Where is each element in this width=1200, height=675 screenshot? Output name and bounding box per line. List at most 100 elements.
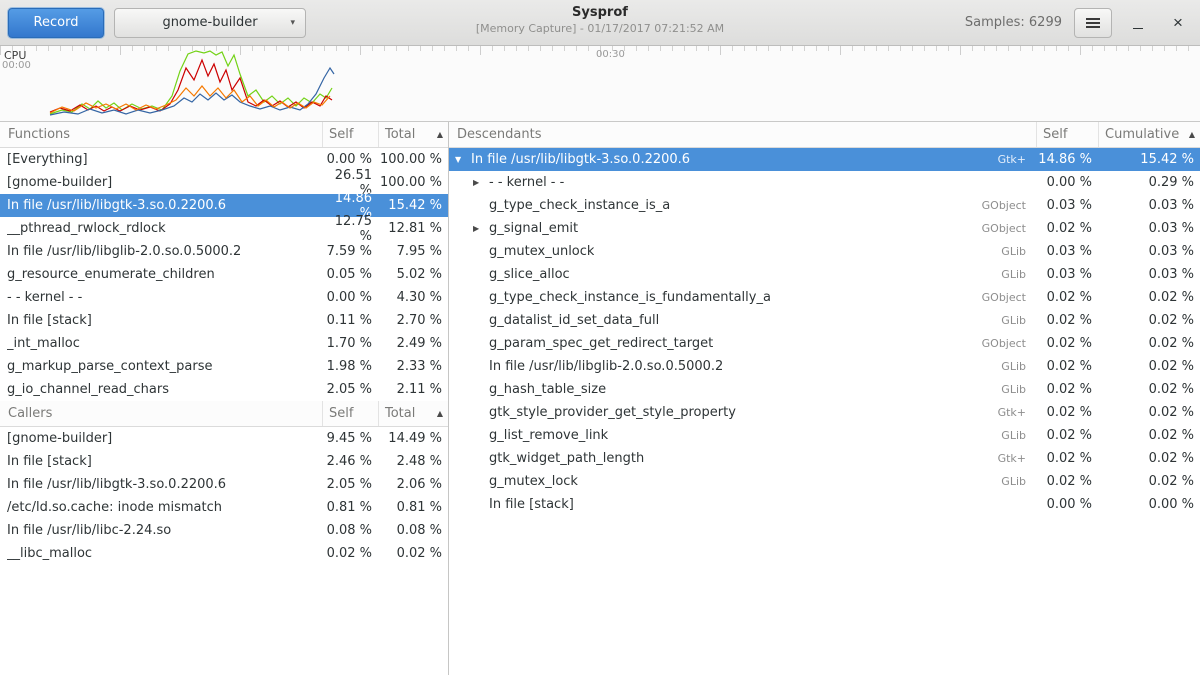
target-selector-dropdown[interactable]: gnome-builder ▾ [114, 8, 306, 38]
target-selector-label: gnome-builder [162, 15, 257, 30]
library-tag: GLib [993, 268, 1036, 281]
table-row[interactable]: - - kernel - -0.00 %4.30 % [0, 286, 448, 309]
table-row[interactable]: __libc_malloc0.02 %0.02 % [0, 542, 448, 565]
cpu-graph[interactable]: CPU 00:00 00:30 [0, 46, 1200, 122]
function-name: g_datalist_id_set_data_full [489, 313, 659, 328]
self-percent: 0.05 % [322, 267, 378, 282]
close-button[interactable]: × [1164, 9, 1192, 37]
self-percent: 0.08 % [322, 523, 378, 538]
table-row[interactable]: ▶g_signal_emitGObject0.02 %0.03 % [449, 217, 1200, 240]
column-total[interactable]: Total ▲ [378, 401, 448, 426]
table-row[interactable]: In file /usr/lib/libgtk-3.so.0.2200.62.0… [0, 473, 448, 496]
expander-closed-icon[interactable]: ▶ [473, 224, 489, 233]
library-tag: GLib [993, 429, 1036, 442]
table-row[interactable]: g_type_check_instance_is_fundamentally_a… [449, 286, 1200, 309]
function-name: [gnome-builder] [7, 431, 112, 446]
chevron-down-icon: ▾ [290, 18, 295, 28]
total-percent: 12.81 % [378, 221, 448, 236]
table-row[interactable]: g_mutex_unlockGLib0.03 %0.03 % [449, 240, 1200, 263]
library-tag: Gtk+ [990, 406, 1036, 419]
table-row[interactable]: _int_malloc1.70 %2.49 % [0, 332, 448, 355]
table-row[interactable]: ▼In file /usr/lib/libgtk-3.so.0.2200.6Gt… [449, 148, 1200, 171]
table-row[interactable]: [Everything]0.00 %100.00 % [0, 148, 448, 171]
samples-count: Samples: 6299 [965, 15, 1062, 30]
table-row[interactable]: In file /usr/lib/libc-2.24.so0.08 %0.08 … [0, 519, 448, 542]
column-callers[interactable]: Callers [0, 401, 322, 426]
table-row[interactable]: [gnome-builder]26.51 %100.00 % [0, 171, 448, 194]
table-row[interactable]: g_type_check_instance_is_aGObject0.03 %0… [449, 194, 1200, 217]
table-row[interactable]: g_mutex_lockGLib0.02 %0.02 % [449, 470, 1200, 493]
title-area: Sysprof [Memory Capture] - 01/17/2017 07… [476, 5, 724, 35]
window-title: Sysprof [476, 5, 724, 20]
column-descendants[interactable]: Descendants [449, 122, 1036, 147]
table-row[interactable]: g_param_spec_get_redirect_targetGObject0… [449, 332, 1200, 355]
table-row[interactable]: In file /usr/lib/libglib-2.0.so.0.5000.2… [0, 240, 448, 263]
table-row[interactable]: g_slice_allocGLib0.03 %0.03 % [449, 263, 1200, 286]
library-tag: Gtk+ [990, 452, 1036, 465]
total-percent: 0.02 % [1098, 474, 1200, 489]
expander-open-icon[interactable]: ▼ [455, 155, 471, 164]
record-button[interactable]: Record [8, 8, 104, 38]
self-percent: 0.00 % [1036, 175, 1098, 190]
total-percent: 0.02 % [1098, 405, 1200, 420]
column-cumulative[interactable]: Cumulative ▲ [1098, 122, 1200, 147]
table-row[interactable]: g_list_remove_linkGLib0.02 %0.02 % [449, 424, 1200, 447]
table-row[interactable]: gtk_widget_path_lengthGtk+0.02 %0.02 % [449, 447, 1200, 470]
column-functions[interactable]: Functions [0, 122, 322, 147]
self-percent: 0.02 % [1036, 336, 1098, 351]
function-name: g_param_spec_get_redirect_target [489, 336, 713, 351]
column-self[interactable]: Self [322, 122, 378, 147]
table-row[interactable]: g_io_channel_read_chars2.05 %2.11 % [0, 378, 448, 401]
menu-button[interactable] [1074, 8, 1112, 38]
total-percent: 100.00 % [378, 152, 448, 167]
descendants-rows: ▼In file /usr/lib/libgtk-3.so.0.2200.6Gt… [449, 148, 1200, 516]
self-percent: 12.75 % [322, 214, 378, 244]
self-percent: 0.02 % [322, 546, 378, 561]
table-row[interactable]: gtk_style_provider_get_style_propertyGtk… [449, 401, 1200, 424]
total-percent: 0.29 % [1098, 175, 1200, 190]
column-self[interactable]: Self [1036, 122, 1098, 147]
function-name: g_type_check_instance_is_a [489, 198, 670, 213]
table-row[interactable]: In file [stack]2.46 %2.48 % [0, 450, 448, 473]
column-self[interactable]: Self [322, 401, 378, 426]
table-row[interactable]: In file [stack]0.11 %2.70 % [0, 309, 448, 332]
table-row[interactable]: /etc/ld.so.cache: inode mismatch0.81 %0.… [0, 496, 448, 519]
expander-closed-icon[interactable]: ▶ [473, 178, 489, 187]
library-tag: GObject [974, 291, 1036, 304]
total-percent: 2.49 % [378, 336, 448, 351]
table-row[interactable]: In file [stack]0.00 %0.00 % [449, 493, 1200, 516]
table-row[interactable]: g_hash_table_sizeGLib0.02 %0.02 % [449, 378, 1200, 401]
column-total[interactable]: Total ▲ [378, 122, 448, 147]
cpu-green-line [50, 51, 332, 114]
main-panes: Functions Self Total ▲ [Everything]0.00 … [0, 122, 1200, 675]
cpu-red-line [50, 60, 332, 112]
minimize-button[interactable] [1124, 9, 1152, 37]
total-percent: 0.02 % [1098, 428, 1200, 443]
library-tag: GLib [993, 475, 1036, 488]
self-percent: 0.02 % [1036, 313, 1098, 328]
total-percent: 2.70 % [378, 313, 448, 328]
self-percent: 0.02 % [1036, 405, 1098, 420]
self-percent: 0.00 % [1036, 497, 1098, 512]
self-percent: 2.05 % [322, 477, 378, 492]
self-percent: 0.11 % [322, 313, 378, 328]
library-tag: GObject [974, 222, 1036, 235]
total-percent: 0.02 % [1098, 290, 1200, 305]
descendants-table: Descendants Self Cumulative ▲ ▼In file /… [449, 122, 1200, 516]
library-tag: GObject [974, 199, 1036, 212]
table-row[interactable]: ▶- - kernel - -0.00 %0.29 % [449, 171, 1200, 194]
function-name: - - kernel - - [7, 290, 82, 305]
table-row[interactable]: In file /usr/lib/libglib-2.0.so.0.5000.2… [449, 355, 1200, 378]
table-row[interactable]: [gnome-builder]9.45 %14.49 % [0, 427, 448, 450]
table-row[interactable]: g_resource_enumerate_children0.05 %5.02 … [0, 263, 448, 286]
sort-arrow-icon: ▲ [437, 130, 443, 139]
table-row[interactable]: In file /usr/lib/libgtk-3.so.0.2200.614.… [0, 194, 448, 217]
self-percent: 0.03 % [1036, 198, 1098, 213]
table-row[interactable]: __pthread_rwlock_rdlock12.75 %12.81 % [0, 217, 448, 240]
sort-arrow-icon: ▲ [437, 409, 443, 418]
function-name: g_mutex_unlock [489, 244, 594, 259]
table-row[interactable]: g_markup_parse_context_parse1.98 %2.33 % [0, 355, 448, 378]
total-percent: 2.48 % [378, 454, 448, 469]
table-row[interactable]: g_datalist_id_set_data_fullGLib0.02 %0.0… [449, 309, 1200, 332]
function-name: g_signal_emit [489, 221, 578, 236]
